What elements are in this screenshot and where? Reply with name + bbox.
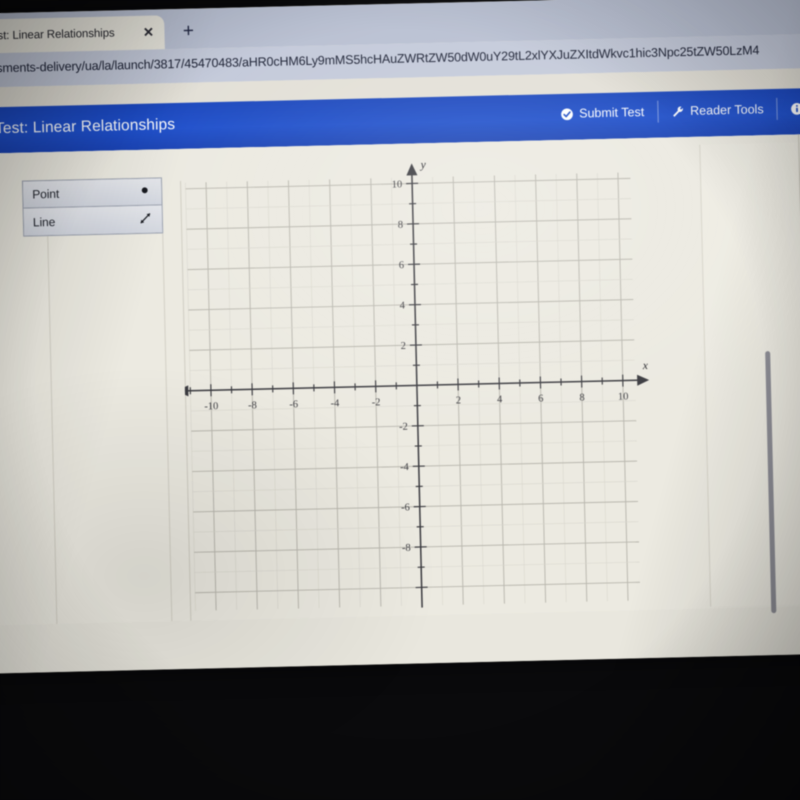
tab-title: Test: Linear Relationships bbox=[0, 27, 115, 43]
grid-line-horizontal bbox=[189, 359, 635, 371]
info-button[interactable]: Info bbox=[777, 96, 800, 119]
y-tick-label: -8 bbox=[402, 543, 411, 554]
y-tick-label: -2 bbox=[399, 422, 408, 433]
x-tick-label: -4 bbox=[330, 398, 340, 409]
grid-line-vertical bbox=[205, 182, 217, 611]
status-text: ed. bbox=[0, 631, 1, 641]
question-work-panel: Point Line -10 -8 -6 -4 -2 2 4 6 8 10 10… bbox=[0, 134, 800, 642]
left-panel-column bbox=[47, 233, 173, 624]
x-axis bbox=[179, 379, 648, 392]
x-tick-label: -10 bbox=[204, 401, 218, 412]
x-tick-label: 10 bbox=[618, 391, 629, 402]
grid-line-vertical bbox=[617, 172, 629, 601]
y-tick-label: -4 bbox=[400, 462, 410, 473]
dot-icon bbox=[136, 185, 152, 199]
submit-test-button[interactable]: Submit Test bbox=[546, 100, 659, 126]
grid-line-vertical bbox=[391, 177, 402, 607]
grid-line-vertical bbox=[267, 180, 279, 609]
right-blank-pane bbox=[699, 142, 800, 607]
content-area: Point Line -10 -8 -6 -4 -2 2 4 6 8 10 10… bbox=[0, 133, 800, 674]
tool-point-label: Point bbox=[32, 186, 60, 202]
y-axis-arrow-up bbox=[406, 163, 418, 176]
x-axis-arrow-left bbox=[179, 385, 189, 397]
submit-test-label: Submit Test bbox=[578, 105, 645, 121]
grid-line-vertical bbox=[329, 179, 341, 608]
x-tick-label: -8 bbox=[248, 400, 257, 411]
grid-line-vertical bbox=[349, 178, 361, 608]
tool-line-label: Line bbox=[32, 214, 56, 229]
grid-line-vertical bbox=[576, 173, 588, 602]
grid-line-vertical bbox=[452, 176, 464, 605]
x-tick-label: 2 bbox=[456, 395, 462, 406]
grid-line-vertical bbox=[473, 175, 485, 605]
graph-tool-palette: Point Line bbox=[21, 177, 164, 237]
x-axis-arrow-right bbox=[637, 374, 650, 386]
grid-line-horizontal bbox=[192, 480, 638, 493]
grid-line-vertical bbox=[514, 174, 526, 604]
x-tick-label: 6 bbox=[538, 393, 544, 404]
coordinate-plane[interactable]: -10 -8 -6 -4 -2 2 4 6 8 10 10 8 6 4 2 -2 -4 -6 -8 x y bbox=[179, 145, 710, 617]
new-tab-button[interactable]: + bbox=[176, 20, 201, 45]
grid-line-vertical bbox=[432, 176, 443, 606]
y-tick-label: -6 bbox=[401, 502, 410, 513]
grid-line-vertical bbox=[555, 174, 567, 603]
grid-line-horizontal bbox=[190, 400, 636, 412]
grid-line-vertical bbox=[185, 182, 196, 611]
y-axis bbox=[410, 165, 423, 608]
x-axis-label: x bbox=[642, 360, 649, 372]
grid-line-vertical bbox=[370, 178, 382, 607]
x-tick-label: -2 bbox=[372, 397, 381, 408]
grid-line-horizontal bbox=[191, 440, 637, 452]
x-tick-label: -6 bbox=[289, 399, 298, 410]
photo-of-laptop-screen: Test: Linear Relationships ✕ + sessments… bbox=[0, 0, 800, 800]
grid-line-vertical bbox=[246, 181, 258, 610]
x-tick-label: 4 bbox=[497, 394, 503, 405]
tool-point[interactable]: Point bbox=[22, 178, 162, 209]
browser-window: Test: Linear Relationships ✕ + sessments… bbox=[0, 0, 800, 674]
grid-line-vertical bbox=[535, 174, 547, 603]
x-tick-label: 8 bbox=[579, 392, 585, 403]
wrench-icon bbox=[671, 105, 684, 118]
grid-line-horizontal bbox=[187, 279, 633, 291]
toolbar-actions: Submit Test Reader Tools bbox=[546, 93, 800, 128]
y-tick-label: 10 bbox=[392, 179, 403, 190]
grid-line-vertical bbox=[493, 175, 505, 604]
browser-tab[interactable]: Test: Linear Relationships ✕ bbox=[0, 15, 165, 54]
y-tick-label: 6 bbox=[399, 260, 405, 271]
reader-tools-button[interactable]: Reader Tools bbox=[657, 97, 778, 123]
y-tick-label: 2 bbox=[401, 341, 407, 352]
sign-out-button[interactable]: Sign out bbox=[745, 670, 800, 674]
double-arrow-icon bbox=[137, 210, 153, 228]
grid-line-vertical bbox=[597, 173, 608, 602]
y-axis-label: y bbox=[420, 159, 427, 171]
grid-line-vertical bbox=[226, 181, 237, 610]
close-icon[interactable]: ✕ bbox=[140, 24, 156, 40]
y-tick-label: 8 bbox=[398, 220, 404, 231]
grid-line-vertical bbox=[287, 180, 299, 609]
grid-line-horizontal bbox=[188, 319, 634, 331]
reader-tools-label: Reader Tools bbox=[690, 102, 764, 118]
tool-line[interactable]: Line bbox=[23, 205, 163, 236]
grid-line-horizontal bbox=[193, 521, 639, 533]
grid-line-horizontal bbox=[187, 238, 632, 250]
graph-svg[interactable]: -10 -8 -6 -4 -2 2 4 6 8 10 10 8 6 4 2 -2 -4 -6 -8 x y bbox=[179, 145, 710, 617]
page-title: st Test: Linear Relationships bbox=[0, 116, 176, 138]
grid-line-horizontal bbox=[186, 198, 631, 210]
grid-line-vertical bbox=[308, 179, 320, 608]
info-circle-icon bbox=[790, 102, 800, 115]
grid-line-horizontal bbox=[194, 561, 640, 573]
check-circle-icon bbox=[560, 107, 573, 120]
y-tick-label: 4 bbox=[400, 300, 406, 311]
